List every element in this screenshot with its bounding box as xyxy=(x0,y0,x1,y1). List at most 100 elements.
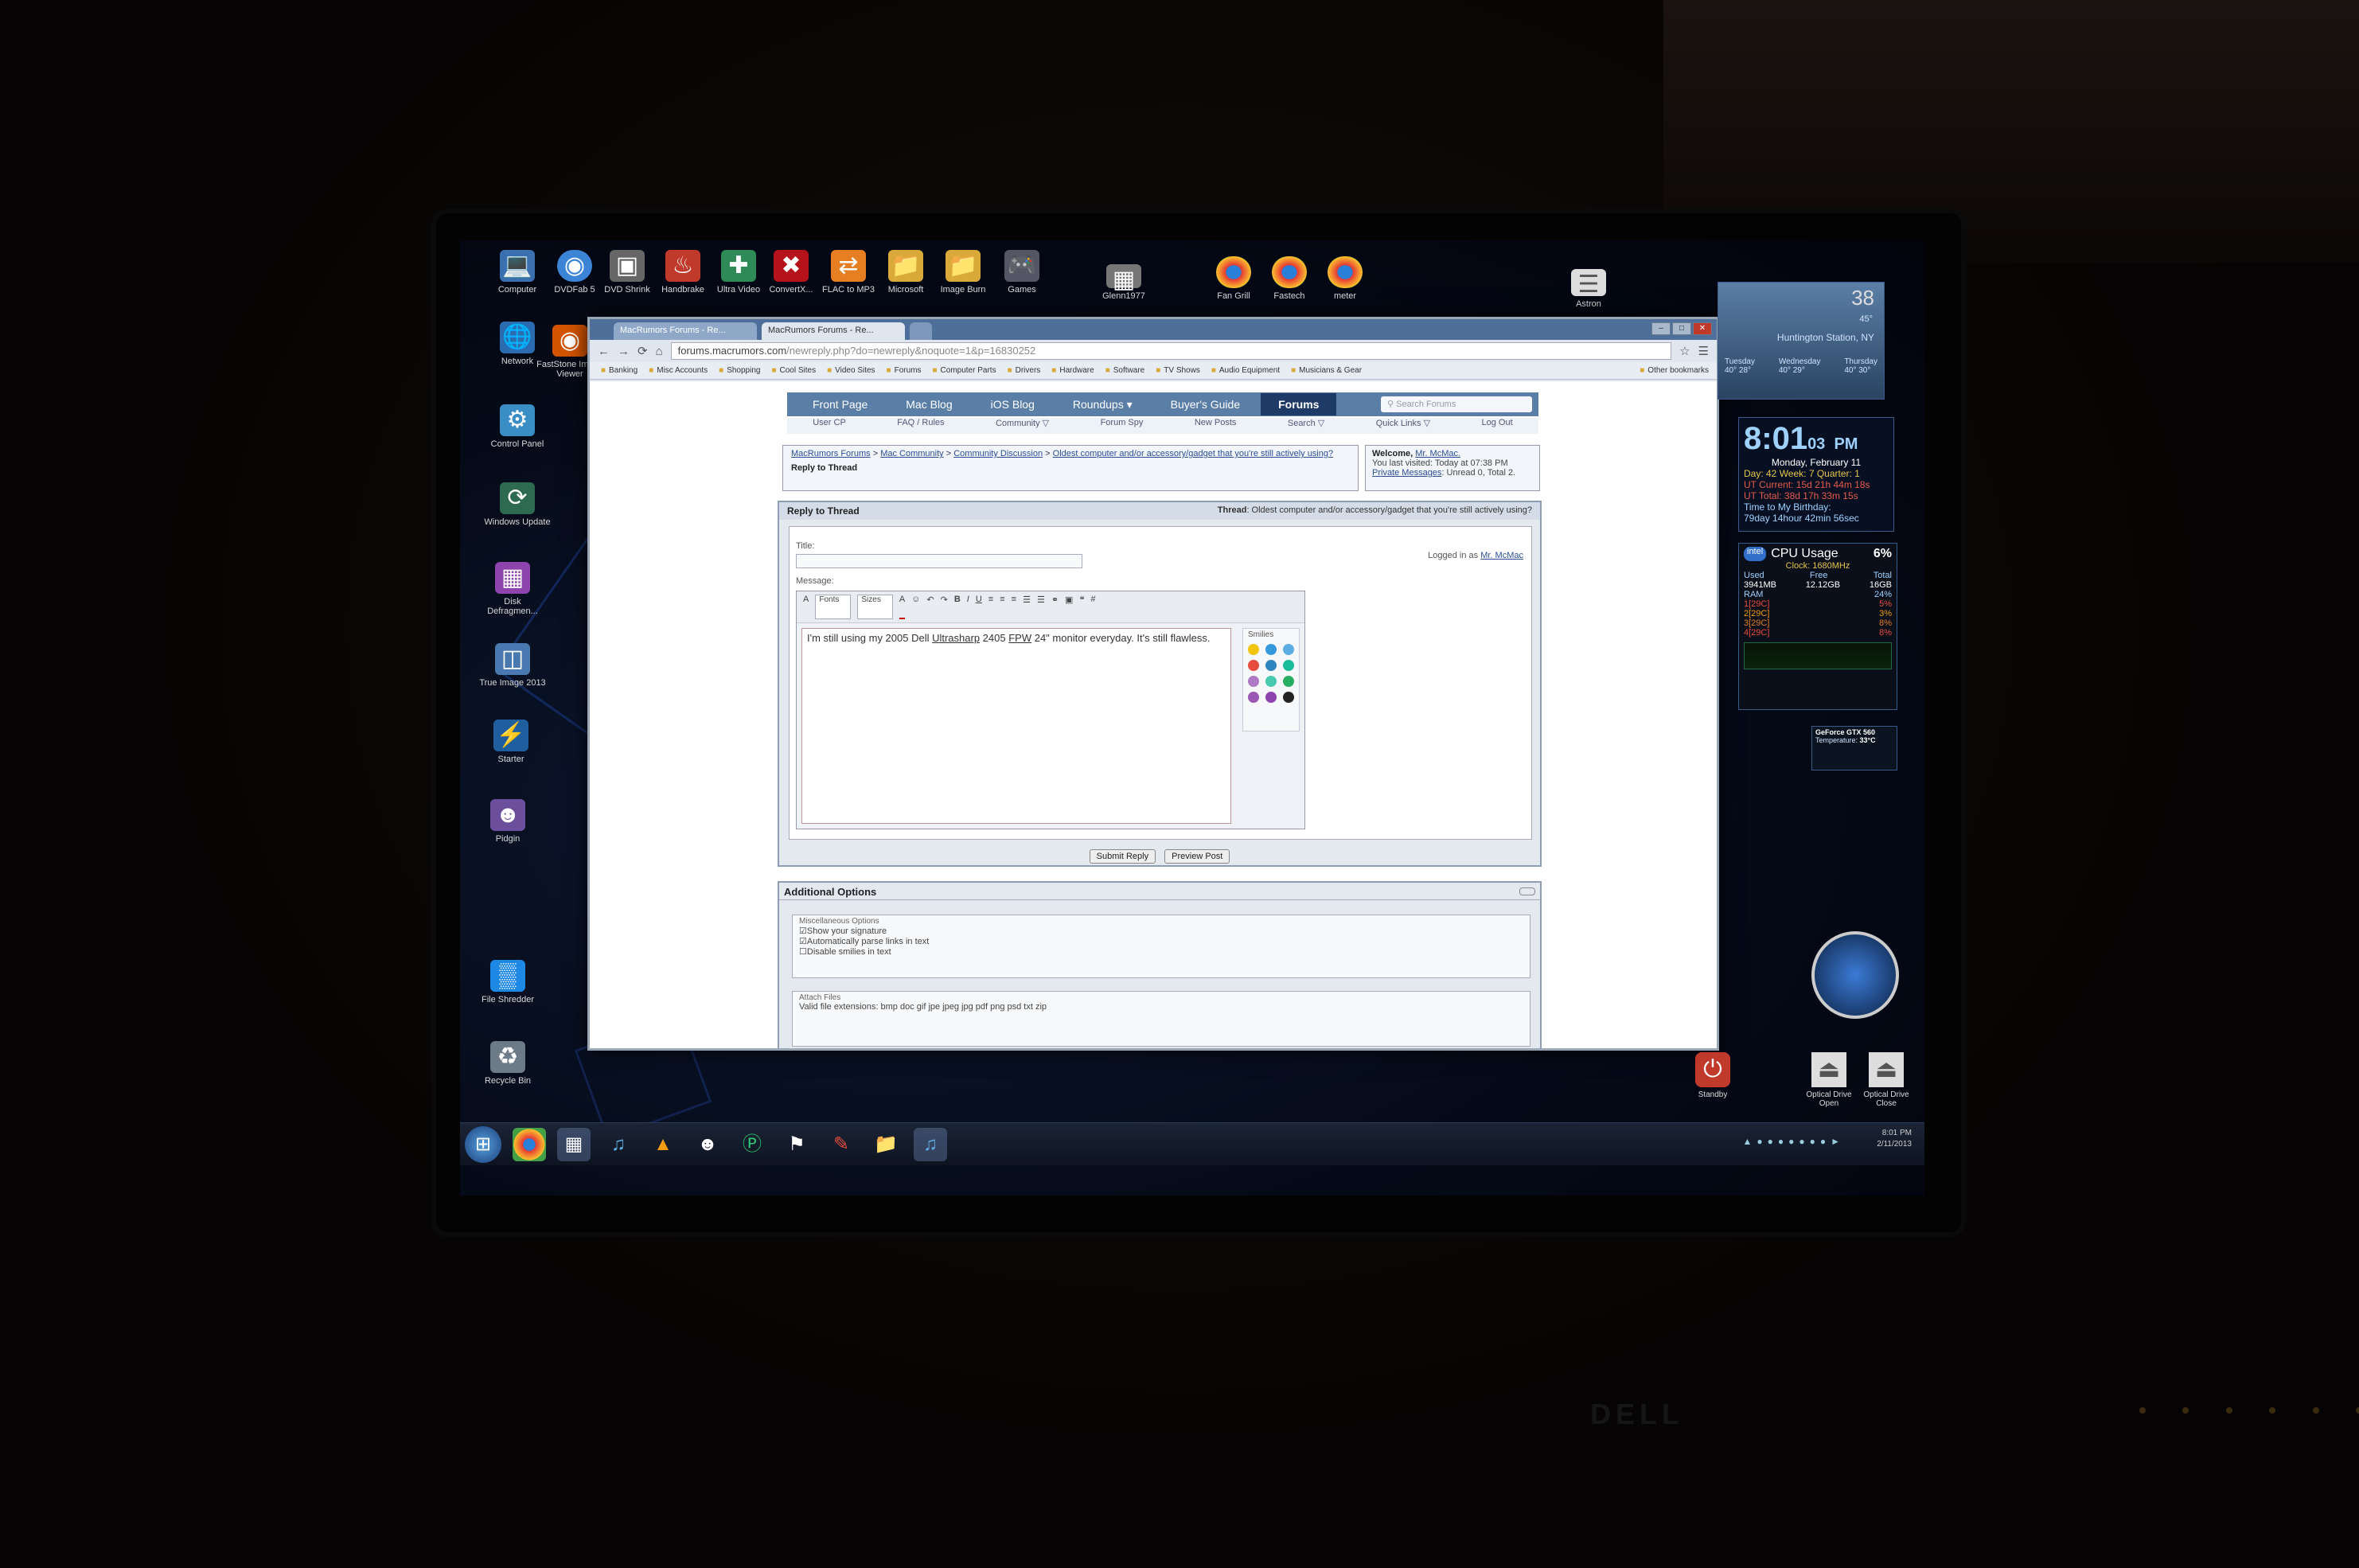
bookmark-audio-equipment[interactable]: Audio Equipment xyxy=(1211,366,1280,375)
photo-icon[interactable]: ▦ Glenn1977 xyxy=(1089,264,1159,301)
text-color-icon[interactable]: A xyxy=(899,595,906,619)
disable-smilies-checkbox[interactable]: Disable smilies in text xyxy=(799,946,1523,957)
crumb-community-discussion[interactable]: Community Discussion xyxy=(953,449,1043,458)
bookmark-forums[interactable]: Forums xyxy=(887,366,922,375)
starter-icon[interactable]: ⚡ Starter xyxy=(476,720,546,764)
hdd-gauge-gadget[interactable] xyxy=(1811,931,1899,1022)
system-tray-icons[interactable]: ▲●●●●●●●► xyxy=(1743,1136,1846,1147)
crumb-mac-community[interactable]: Mac Community xyxy=(880,449,943,458)
apple-icon[interactable] xyxy=(1283,692,1294,703)
cpu-gadget[interactable]: intel CPU Usage 6% Clock: 1680MHz Used Free… xyxy=(1738,543,1897,710)
bookmark-video-sites[interactable]: Video Sites xyxy=(827,366,875,375)
hash-icon[interactable]: # xyxy=(1090,595,1095,619)
control-panel-icon[interactable]: ⚙ Control Panel xyxy=(482,404,552,449)
chrome-icon[interactable]: meter xyxy=(1310,256,1380,301)
smiley-icon[interactable] xyxy=(1265,676,1277,687)
smiley-icon[interactable] xyxy=(1283,676,1294,687)
remove-format-icon[interactable]: A xyxy=(803,595,809,619)
minimize-button[interactable]: – xyxy=(1651,322,1671,335)
subnav-community[interactable]: Community ▽ xyxy=(996,418,1049,434)
smiley-icon[interactable] xyxy=(1265,644,1277,655)
nav-roundups[interactable]: Roundups ▾ xyxy=(1055,393,1150,416)
document-icon[interactable]: ☰ Astron xyxy=(1554,269,1624,309)
address-input[interactable]: forums.macrumors.com/newreply.php?do=new… xyxy=(670,342,1672,360)
message-textarea[interactable]: I'm still using my 2005 Dell Ultrasharp … xyxy=(801,628,1231,824)
size-select[interactable]: Sizes xyxy=(857,595,893,619)
new-tab-button[interactable] xyxy=(910,322,932,340)
other-bookmarks[interactable]: Other bookmarks xyxy=(1640,366,1709,375)
menu-icon[interactable]: ☰ xyxy=(1698,344,1709,358)
bullet-list-icon[interactable]: ☰ xyxy=(1037,595,1045,619)
nav-mac-blog[interactable]: Mac Blog xyxy=(888,393,969,415)
gpu-gadget[interactable]: GeForce GTX 560 Temperature: 33°C xyxy=(1811,726,1897,770)
media-taskbar-icon[interactable]: ♫ xyxy=(914,1127,947,1161)
numbered-list-icon[interactable]: ☰ xyxy=(1023,595,1031,619)
paint-taskbar-icon[interactable]: ✎ xyxy=(825,1128,858,1161)
smiley-icon[interactable] xyxy=(1248,660,1259,671)
pidgin-taskbar-icon[interactable]: ☻ xyxy=(691,1128,724,1161)
preview-post-button[interactable]: Preview Post xyxy=(1164,849,1230,864)
nav-front-page[interactable]: Front Page xyxy=(795,393,885,415)
games-icon[interactable]: 🎮 Games xyxy=(987,250,1057,294)
bold-icon[interactable]: B xyxy=(954,595,961,619)
drive-open-icon[interactable]: ⏏ Optical Drive Open xyxy=(1797,1052,1861,1108)
true-image-icon[interactable]: ◫ True Image 2013 xyxy=(478,643,548,688)
tray-clock[interactable]: 8:01 PM 2/11/2013 xyxy=(1877,1128,1912,1150)
shredder-icon[interactable]: ▒ File Shredder xyxy=(473,960,543,1004)
vlc-taskbar-icon[interactable]: ▲ xyxy=(646,1128,680,1161)
forward-icon[interactable]: → xyxy=(618,345,630,358)
subnav-faq[interactable]: FAQ / Rules xyxy=(897,418,944,434)
parse-links-checkbox[interactable]: Automatically parse links in text xyxy=(799,936,1523,946)
drive-close-icon[interactable]: ⏏ Optical Drive Close xyxy=(1854,1052,1918,1108)
windows-update-icon[interactable]: ⟳ Windows Update xyxy=(482,482,552,527)
bookmark-computer-parts[interactable]: Computer Parts xyxy=(933,366,996,375)
welcome-user-link[interactable]: Mr. McMac. xyxy=(1415,449,1460,458)
star-icon[interactable]: ☆ xyxy=(1679,344,1690,358)
align-center-icon[interactable]: ≡ xyxy=(1000,595,1004,619)
subnav-user-cp[interactable]: User CP xyxy=(813,418,846,434)
home-icon[interactable]: ⌂ xyxy=(656,345,663,358)
smiley-icon[interactable] xyxy=(1283,660,1294,671)
pidgin-icon[interactable]: ☻ Pidgin xyxy=(473,799,543,844)
align-right-icon[interactable]: ≡ xyxy=(1012,595,1016,619)
bookmark-musicians-gear[interactable]: Musicians & Gear xyxy=(1291,366,1362,375)
crumb-forums[interactable]: MacRumors Forums xyxy=(791,449,871,458)
tab-macrumors-1[interactable]: MacRumors Forums - Re... xyxy=(614,322,757,340)
nav-ios-blog[interactable]: iOS Blog xyxy=(973,393,1052,415)
show-signature-checkbox[interactable]: Show your signature xyxy=(799,926,1523,936)
back-icon[interactable]: ← xyxy=(598,345,610,358)
undo-icon[interactable]: ↶ xyxy=(926,595,934,619)
tab-macrumors-2[interactable]: MacRumors Forums - Re... xyxy=(762,322,905,340)
smiley-icon[interactable] xyxy=(1265,692,1277,703)
collapse-icon[interactable] xyxy=(1519,887,1535,895)
explorer-taskbar-icon[interactable]: ▦ xyxy=(557,1127,591,1161)
maximize-button[interactable]: □ xyxy=(1672,322,1691,335)
forum-search-input[interactable]: ⚲ Search Forums xyxy=(1381,396,1532,412)
start-button[interactable]: ⊞ xyxy=(465,1125,501,1163)
weather-gadget[interactable]: 38 45° Huntington Station, NY Tuesday 40°… xyxy=(1718,282,1885,400)
title-input[interactable] xyxy=(796,554,1082,568)
reload-icon[interactable]: ⟳ xyxy=(638,344,648,358)
folder-taskbar-icon[interactable]: 📁 xyxy=(869,1128,903,1161)
underline-icon[interactable]: U xyxy=(976,595,982,619)
bookmark-software[interactable]: Software xyxy=(1105,366,1144,375)
flag-taskbar-icon[interactable]: ⚑ xyxy=(780,1128,813,1161)
subnav-forum-spy[interactable]: Forum Spy xyxy=(1101,418,1144,434)
private-messages-link[interactable]: Private Messages xyxy=(1372,468,1441,478)
chrome-taskbar-icon[interactable] xyxy=(513,1127,546,1161)
smiley-icon[interactable] xyxy=(1265,660,1277,671)
smiley-icon[interactable] xyxy=(1248,644,1259,655)
submit-reply-button[interactable]: Submit Reply xyxy=(1089,849,1156,864)
close-button[interactable]: ✕ xyxy=(1693,322,1712,335)
subnav-search[interactable]: Search ▽ xyxy=(1288,418,1324,434)
nav-buyers-guide[interactable]: Buyer's Guide xyxy=(1153,393,1258,415)
link-icon[interactable]: ⚭ xyxy=(1051,595,1059,619)
recycle-bin-icon[interactable]: ♻ Recycle Bin xyxy=(473,1041,543,1086)
subnav-new-posts[interactable]: New Posts xyxy=(1195,418,1237,434)
smiley-icon[interactable]: ☺ xyxy=(911,595,920,619)
bookmark-hardware[interactable]: Hardware xyxy=(1051,366,1094,375)
align-left-icon[interactable]: ≡ xyxy=(988,595,993,619)
font-select[interactable]: Fonts xyxy=(815,595,852,619)
image-icon[interactable]: ▣ xyxy=(1065,595,1073,619)
nav-forums[interactable]: Forums xyxy=(1261,393,1337,415)
